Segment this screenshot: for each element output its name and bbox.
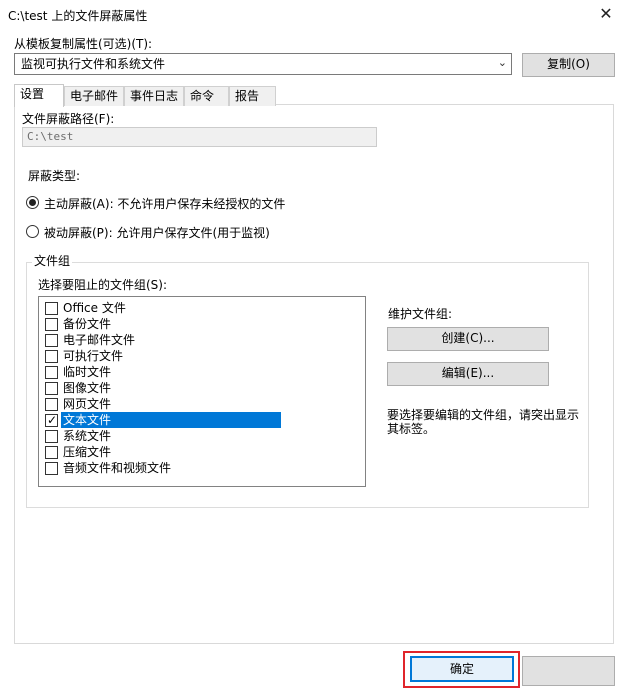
list-item[interactable]: 图像文件	[43, 380, 281, 396]
edit-button[interactable]: 编辑(E)...	[387, 362, 549, 386]
list-item[interactable]: 临时文件	[43, 364, 281, 380]
checkbox[interactable]	[45, 366, 58, 379]
list-item[interactable]: 备份文件	[43, 316, 281, 332]
template-label: 从模板复制属性(可选)(T):	[14, 37, 153, 51]
file-group-list[interactable]: Office 文件 备份文件 电子邮件文件 可执行文件 临时文件 图像文件 网页…	[38, 296, 366, 487]
list-item-selected[interactable]: 文本文件	[43, 412, 281, 428]
list-item[interactable]: Office 文件	[43, 300, 281, 316]
checkbox[interactable]	[45, 382, 58, 395]
list-item[interactable]: 音频文件和视频文件	[43, 460, 281, 476]
tab-command[interactable]: 命令	[184, 86, 229, 106]
path-label: 文件屏蔽路径(F):	[22, 112, 115, 126]
list-item[interactable]: 电子邮件文件	[43, 332, 281, 348]
checkbox[interactable]	[45, 430, 58, 443]
checkbox-checked[interactable]	[45, 412, 58, 428]
template-selected-value: 监视可执行文件和系统文件	[21, 57, 166, 71]
passive-screening-radio[interactable]	[26, 225, 39, 238]
help-text: 要选择要编辑的文件组，请突出显示其标签。	[387, 408, 580, 436]
list-item[interactable]: 网页文件	[43, 396, 281, 412]
tab-report[interactable]: 报告	[229, 86, 276, 106]
screening-type-label: 屏蔽类型:	[28, 169, 81, 183]
tab-event-log[interactable]: 事件日志	[124, 86, 184, 106]
active-screening-label[interactable]: 主动屏蔽(A): 不允许用户保存未经授权的文件	[44, 195, 285, 212]
checkbox[interactable]	[45, 446, 58, 459]
path-field: C:\test	[22, 127, 377, 147]
list-item[interactable]: 可执行文件	[43, 348, 281, 364]
cancel-button[interactable]	[522, 656, 615, 686]
tab-email[interactable]: 电子邮件	[64, 86, 124, 106]
tab-settings[interactable]: 设置	[14, 84, 64, 107]
window-title: C:\test 上的文件屏蔽属性	[8, 9, 148, 23]
copy-button[interactable]: 复制(O)	[522, 53, 615, 77]
checkbox[interactable]	[45, 302, 58, 315]
checkbox[interactable]	[45, 318, 58, 331]
chevron-down-icon[interactable]: ⌄	[498, 55, 507, 71]
template-dropdown[interactable]: 监视可执行文件和系统文件 ⌄	[14, 53, 512, 75]
checkbox[interactable]	[45, 462, 58, 475]
checkbox[interactable]	[45, 398, 58, 411]
file-group-title: 文件组	[32, 252, 73, 269]
checkbox[interactable]	[45, 350, 58, 363]
list-item[interactable]: 系统文件	[43, 428, 281, 444]
active-screening-radio[interactable]	[26, 196, 39, 209]
maintain-label: 维护文件组:	[388, 307, 453, 321]
list-item[interactable]: 压缩文件	[43, 444, 281, 460]
create-button[interactable]: 创建(C)...	[387, 327, 549, 351]
checkbox[interactable]	[45, 334, 58, 347]
file-group-list-label: 选择要阻止的文件组(S):	[38, 278, 168, 292]
close-icon[interactable]: ✕	[595, 3, 617, 25]
ok-button[interactable]: 确定	[410, 656, 514, 682]
passive-screening-label[interactable]: 被动屏蔽(P): 允许用户保存文件(用于监视)	[44, 224, 270, 241]
